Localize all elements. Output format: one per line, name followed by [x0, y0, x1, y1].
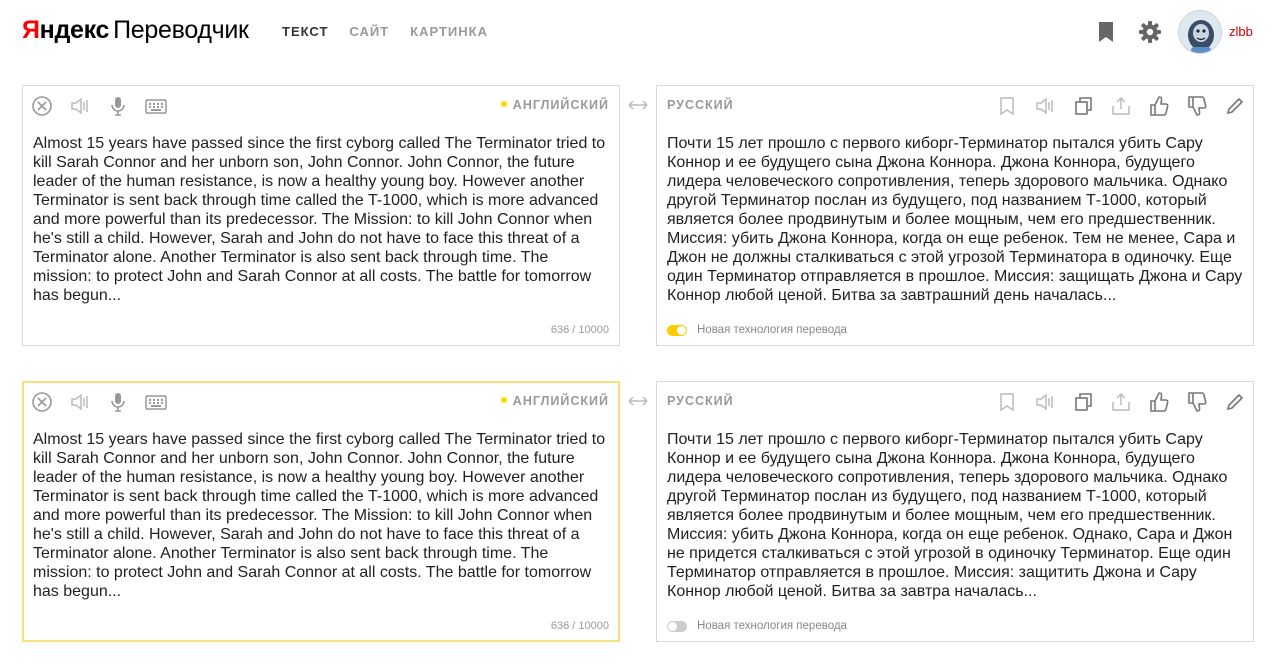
new-tech-toggle[interactable] — [667, 620, 687, 632]
keyboard-icon[interactable] — [145, 391, 167, 413]
nav-site[interactable]: САЙТ — [349, 24, 389, 39]
swap-languages-icon[interactable] — [627, 394, 649, 408]
speaker-icon[interactable] — [1034, 391, 1056, 413]
speaker-icon[interactable] — [1034, 95, 1056, 117]
translation-panel: РУССКИЙ Почти 15 лет прошло с первого ки… — [656, 85, 1254, 346]
avatar[interactable] — [1178, 10, 1222, 54]
new-tech-toggle-row[interactable]: Новая технология перевода — [667, 620, 847, 632]
detected-dot — [500, 101, 507, 107]
new-tech-toggle-row[interactable]: Новая технология перевода — [667, 324, 847, 336]
bookmark-icon[interactable] — [1094, 20, 1118, 44]
header: Яндекс Переводчик ТЕКСТ САЙТ КАРТИНКА zl… — [0, 0, 1274, 66]
source-panel: АНГЛИЙСКИЙ Almost 15 years have passed s… — [22, 85, 620, 346]
source-language-label: АНГЛИЙСКИЙ — [512, 98, 609, 112]
thumbs-up-icon[interactable] — [1148, 95, 1170, 117]
username[interactable]: zlbb — [1229, 24, 1253, 39]
gear-icon[interactable] — [1138, 20, 1162, 44]
char-counter: 636 / 10000 — [550, 620, 609, 632]
thumbs-down-icon[interactable] — [1186, 391, 1208, 413]
share-icon[interactable] — [1110, 391, 1132, 413]
microphone-icon[interactable] — [107, 391, 129, 413]
copy-icon[interactable] — [1072, 391, 1094, 413]
copy-icon[interactable] — [1072, 95, 1094, 117]
bookmark-icon[interactable] — [996, 391, 1018, 413]
bookmark-icon[interactable] — [996, 95, 1018, 117]
translation-text: Почти 15 лет прошло с первого киборг-Тер… — [667, 135, 1243, 304]
edit-icon[interactable] — [1224, 95, 1246, 117]
source-language-selector[interactable]: АНГЛИЙСКИЙ — [500, 98, 609, 112]
keyboard-icon[interactable] — [145, 95, 167, 117]
thumbs-down-icon[interactable] — [1186, 95, 1208, 117]
thumbs-up-icon[interactable] — [1148, 391, 1170, 413]
logo-letter: Я — [22, 16, 40, 44]
clear-icon[interactable] — [31, 95, 53, 117]
source-textarea[interactable]: Almost 15 years have passed since the fi… — [33, 430, 608, 601]
speaker-icon[interactable] — [69, 391, 91, 413]
clear-icon[interactable] — [31, 391, 53, 413]
source-panel-focused: АНГЛИЙСКИЙ Almost 15 years have passed s… — [22, 381, 620, 642]
source-toolbar: АНГЛИЙСКИЙ — [24, 382, 618, 422]
new-tech-toggle[interactable] — [667, 324, 687, 336]
main-nav: ТЕКСТ САЙТ КАРТИНКА — [282, 24, 488, 39]
swap-languages-icon[interactable] — [627, 98, 649, 112]
source-textarea[interactable]: Almost 15 years have passed since the fi… — [33, 134, 609, 305]
detected-dot — [500, 397, 507, 403]
logo[interactable]: Яндекс Переводчик — [22, 16, 249, 45]
target-language-selector[interactable]: РУССКИЙ — [667, 98, 734, 112]
target-language-selector[interactable]: РУССКИЙ — [667, 394, 734, 408]
logo-brand: ндекс — [39, 16, 110, 44]
nav-text[interactable]: ТЕКСТ — [282, 24, 328, 39]
nav-image[interactable]: КАРТИНКА — [410, 24, 488, 39]
share-icon[interactable] — [1110, 95, 1132, 117]
source-language-selector[interactable]: АНГЛИЙСКИЙ — [500, 394, 609, 408]
microphone-icon[interactable] — [107, 95, 129, 117]
translation-panel: РУССКИЙ Почти 15 лет прошло с первого ки… — [656, 381, 1254, 642]
char-counter: 636 / 10000 — [550, 324, 609, 336]
translation-toolbar: РУССКИЙ — [657, 86, 1253, 126]
new-tech-label: Новая технология перевода — [697, 620, 847, 632]
translation-toolbar: РУССКИЙ — [657, 382, 1253, 422]
source-toolbar: АНГЛИЙСКИЙ — [23, 86, 619, 126]
logo-service: Переводчик — [113, 16, 249, 44]
new-tech-label: Новая технология перевода — [697, 324, 847, 336]
translation-text: Почти 15 лет прошло с первого киборг-Тер… — [667, 431, 1233, 600]
source-language-label: АНГЛИЙСКИЙ — [512, 394, 609, 408]
speaker-icon[interactable] — [69, 95, 91, 117]
edit-icon[interactable] — [1224, 391, 1246, 413]
